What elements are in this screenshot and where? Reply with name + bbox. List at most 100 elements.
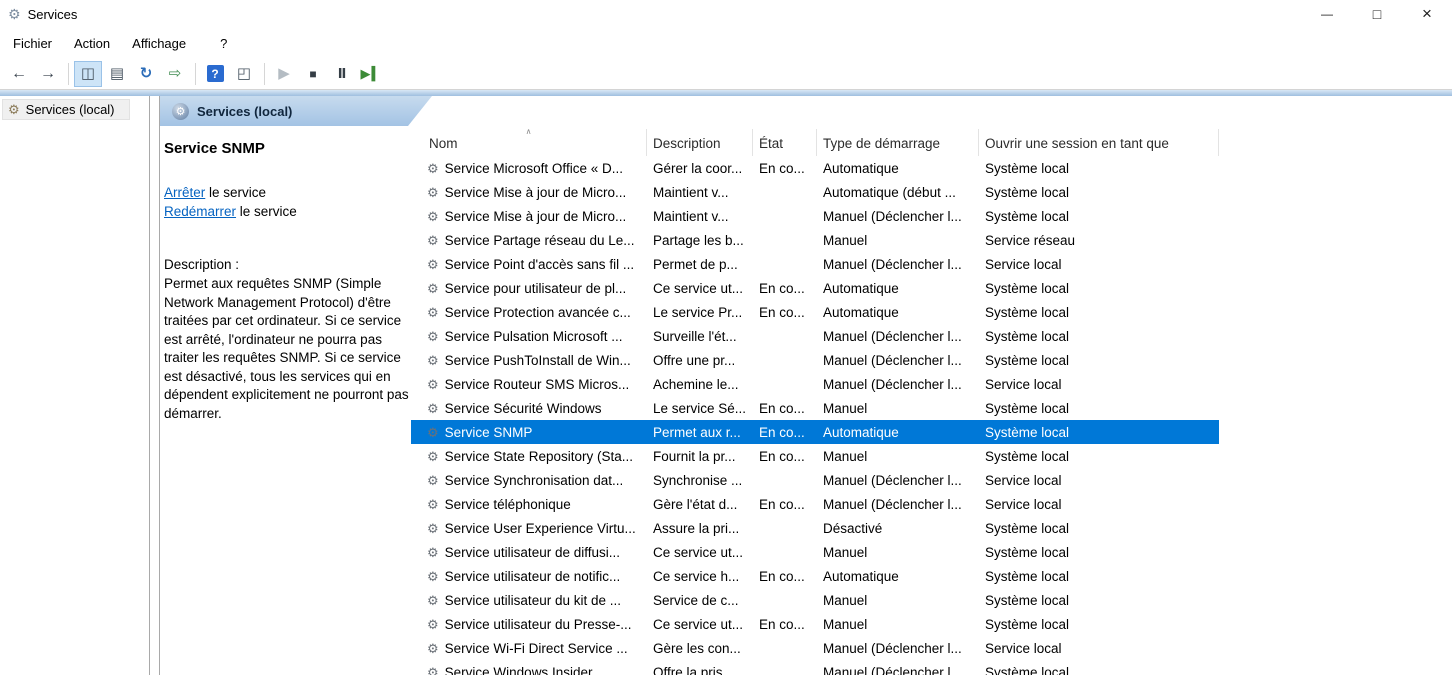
cell-state [753,204,817,228]
export-list-button[interactable]: ⇨ [161,61,189,87]
service-gear-icon: ⚙ [427,426,439,439]
service-gear-icon: ⚙ [427,234,439,247]
cell-logon-as: Système local [979,612,1219,636]
table-row[interactable]: ⚙Service Sécurité Windows Le service Sé.… [411,396,1219,420]
back-button[interactable]: ← [5,61,33,87]
column-header-desc[interactable]: Description [647,129,753,156]
tree-item-services-local[interactable]: ⚙ Services (local) [2,99,130,120]
cell-logon-as: Service local [979,372,1219,396]
cell-description: Fournit la pr... [647,444,753,468]
table-row[interactable]: ⚙Service PushToInstall de Win... Offre u… [411,348,1219,372]
table-row[interactable]: ⚙Service pour utilisateur de pl... Ce se… [411,276,1219,300]
service-gear-icon: ⚙ [427,666,439,675]
table-row[interactable]: ⚙Service Windows Insider Offre la pris..… [411,660,1219,675]
table-row[interactable]: ⚙Service User Experience Virtu... Assure… [411,516,1219,540]
menu-affichage[interactable]: Affichage [121,32,197,55]
cell-name: Service Windows Insider [445,665,593,675]
banner: ⚙ Services (local) [160,96,1452,126]
stop-service-button[interactable]: ■ [299,61,327,87]
refresh-button[interactable]: ↻ [132,61,160,87]
extended-view-button[interactable]: ◰ [230,61,258,87]
menu-action[interactable]: Action [63,32,121,55]
cell-description: Service de c... [647,588,753,612]
window-title: Services [28,7,78,22]
cell-description: Gère l'état d... [647,492,753,516]
table-row[interactable]: ⚙Service Wi-Fi Direct Service ... Gère l… [411,636,1219,660]
start-service-icon: ▶ [278,66,290,81]
cell-startup-type: Manuel [817,444,979,468]
maximize-button[interactable]: □ [1352,0,1402,28]
cell-description: Achemine le... [647,372,753,396]
menu-fichier[interactable]: Fichier [2,32,63,55]
cell-startup-type: Manuel (Déclencher l... [817,204,979,228]
cell-state: En co... [753,396,817,420]
tree-item-label: Services (local) [26,102,115,117]
start-service-button[interactable]: ▶ [270,61,298,87]
table-row[interactable]: ⚙Service Protection avancée c... Le serv… [411,300,1219,324]
table-row[interactable]: ⚙Service Pulsation Microsoft ... Surveil… [411,324,1219,348]
cell-logon-as: Système local [979,540,1219,564]
column-header-logon[interactable]: Ouvrir une session en tant que [979,129,1219,156]
cell-state [753,588,817,612]
service-gear-icon: ⚙ [427,402,439,415]
cell-name: Service utilisateur de diffusi... [445,545,620,560]
table-row[interactable]: ⚙Service Partage réseau du Le... Partage… [411,228,1219,252]
table-row[interactable]: ⚙Service Mise à jour de Micro... Maintie… [411,180,1219,204]
service-gear-icon: ⚙ [427,210,439,223]
service-gear-icon: ⚙ [427,522,439,535]
cell-state [753,540,817,564]
table-row[interactable]: ⚙Service Point d'accès sans fil ... Perm… [411,252,1219,276]
table-row[interactable]: ⚙Service Synchronisation dat... Synchron… [411,468,1219,492]
cell-state: En co... [753,300,817,324]
table-row[interactable]: ⚙Service utilisateur du Presse-... Ce se… [411,612,1219,636]
title-bar: ⚙ Services — □ × [0,0,1452,28]
column-header-name[interactable]: ∧Nom [411,129,647,156]
cell-logon-as: Système local [979,300,1219,324]
cell-startup-type: Manuel (Déclencher l... [817,324,979,348]
table-row[interactable]: ⚙Service Routeur SMS Micros... Achemine … [411,372,1219,396]
cell-logon-as: Système local [979,660,1219,675]
cell-startup-type: Manuel (Déclencher l... [817,468,979,492]
table-row[interactable]: ⚙Service utilisateur de diffusi... Ce se… [411,540,1219,564]
column-header-state[interactable]: État [753,129,817,156]
description-label: Description : [164,257,407,272]
cell-name: Service Synchronisation dat... [445,473,624,488]
cell-description: Le service Sé... [647,396,753,420]
minimize-button[interactable]: — [1302,0,1352,28]
restart-service-line: Redémarrer le service [164,202,407,221]
table-row[interactable]: ⚙Service SNMP Permet aux r... En co... A… [411,420,1219,444]
service-gear-icon: ⚙ [427,330,439,343]
cell-startup-type: Manuel [817,228,979,252]
table-row[interactable]: ⚙Service State Repository (Sta... Fourni… [411,444,1219,468]
stop-service-link[interactable]: Arrêter [164,185,205,200]
table-row[interactable]: ⚙Service Mise à jour de Micro... Maintie… [411,204,1219,228]
restart-service-link[interactable]: Redémarrer [164,204,236,219]
service-gear-icon: ⚙ [427,306,439,319]
cell-name: Service Routeur SMS Micros... [445,377,630,392]
table-row[interactable]: ⚙Service utilisateur de notific... Ce se… [411,564,1219,588]
cell-logon-as: Service local [979,492,1219,516]
properties-button[interactable]: ▤ [103,61,131,87]
show-console-tree-button[interactable]: ◫ [74,61,102,87]
forward-button[interactable]: → [34,61,62,87]
menu-help[interactable]: ? [209,32,238,55]
pause-service-button[interactable]: Ⅱ [328,61,356,87]
table-row[interactable]: ⚙Service Microsoft Office « D... Gérer l… [411,156,1219,180]
list-header: ∧NomDescriptionÉtatType de démarrageOuvr… [411,129,1452,156]
cell-description: Partage les b... [647,228,753,252]
cell-name: Service pour utilisateur de pl... [445,281,627,296]
table-row[interactable]: ⚙Service utilisateur du kit de ... Servi… [411,588,1219,612]
cell-state [753,228,817,252]
pane-splitter[interactable] [150,96,159,675]
toolbar-separator [264,63,265,85]
cell-logon-as: Système local [979,156,1219,180]
service-gear-icon: ⚙ [427,546,439,559]
column-header-start[interactable]: Type de démarrage [817,129,979,156]
help-button[interactable]: ? [201,61,229,87]
forward-icon: → [40,66,56,82]
table-row[interactable]: ⚙Service téléphonique Gère l'état d... E… [411,492,1219,516]
toolbar-separator [68,63,69,85]
close-button[interactable]: × [1402,0,1452,28]
restart-service-button[interactable]: ▶▍ [357,61,385,87]
cell-startup-type: Manuel [817,588,979,612]
